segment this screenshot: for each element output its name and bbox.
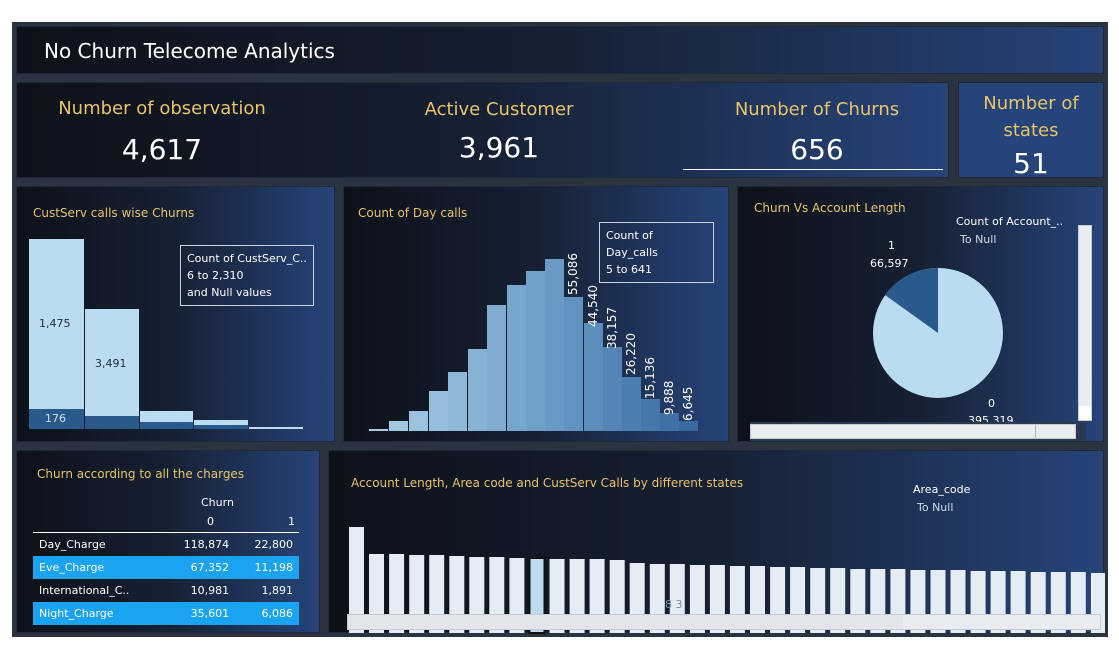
charges-col-header: Churn — [201, 496, 234, 509]
churns-value: 656 — [790, 133, 844, 166]
states-value: 51 — [1013, 147, 1049, 180]
states-horizontal-scrollbar[interactable] — [347, 614, 1101, 630]
states-scrollbar-thumb[interactable] — [348, 615, 903, 629]
churns-label: Number of Churns — [734, 99, 900, 120]
custserv-bar-1-churn[interactable] — [85, 416, 139, 429]
custserv-bar-4[interactable] — [249, 427, 303, 429]
row-value-0: 118,874 — [183, 538, 230, 551]
day-label-38157: 38,157 — [605, 307, 619, 349]
charges-title: Churn according to all the charges — [37, 467, 245, 481]
day-bar[interactable] — [584, 323, 603, 431]
daycalls-chart-panel: Count of Day calls 55,086 44,540 38,157 … — [343, 186, 729, 442]
acclength-chart-panel: Churn Vs Account Length Count of Account… — [737, 186, 1104, 442]
dashboard-frame: No Churn Telecome Analytics Number of ob… — [12, 22, 1108, 637]
day-bar[interactable] — [507, 285, 526, 431]
kpi-panel: Number of observation 4,617 Active Custo… — [16, 82, 949, 178]
row-name: International_C.. — [39, 584, 130, 597]
row-value-0: 10,981 — [190, 584, 230, 597]
title-bar: No Churn Telecome Analytics — [16, 26, 1104, 74]
pie-slice-0-name: 0 — [988, 397, 995, 410]
day-bar[interactable] — [622, 377, 641, 431]
scrollbar-thumb-edge — [1035, 425, 1036, 438]
states-bottom-label: 8 3 — [665, 598, 683, 611]
row-value-1: 6,086 — [235, 602, 299, 625]
day-bar[interactable] — [468, 349, 487, 431]
states-chart-panel: Account Length, Area code and CustServ C… — [328, 450, 1105, 634]
day-bar[interactable] — [603, 347, 622, 431]
day-label-9888: 9,888 — [662, 381, 676, 415]
daycalls-legend: Count of Day_calls 5 to 641 — [599, 222, 714, 283]
daycalls-legend-range: 5 to 641 — [606, 263, 653, 276]
day-bar[interactable] — [641, 399, 660, 431]
day-label-44540: 44,540 — [586, 285, 600, 327]
custserv-bar-2-churn[interactable] — [140, 422, 193, 429]
day-label-55086: 55,086 — [566, 253, 580, 295]
day-bar[interactable] — [369, 429, 388, 431]
charges-table: Day_Charge 118,874 22,800 Eve_Charge 67,… — [33, 533, 299, 625]
custserv-legend-title: Count of CustServ_C.. — [187, 252, 307, 265]
custserv-legend: Count of CustServ_C.. 6 to 2,310 and Nul… — [180, 245, 314, 306]
custserv-label-1475: 1,475 — [39, 317, 71, 330]
day-bar[interactable] — [526, 271, 545, 431]
active-customer-label: Active Customer — [424, 99, 574, 120]
row-value-0: 35,601 — [162, 602, 236, 625]
custserv-label-176: 176 — [45, 412, 66, 425]
custserv-bar-3-churn[interactable] — [194, 425, 248, 429]
charges-panel: Churn according to all the charges Churn… — [16, 450, 320, 633]
table-row[interactable]: Eve_Charge 67,352 11,198 — [33, 556, 299, 579]
day-bar[interactable] — [409, 411, 428, 431]
pie-slice-1-value: 66,597 — [870, 257, 909, 270]
day-bar[interactable] — [487, 305, 506, 431]
row-value-1: 11,198 — [235, 556, 299, 579]
charges-col-1: 1 — [288, 515, 295, 528]
acclength-horizontal-scrollbar[interactable] — [750, 424, 1076, 439]
observation-value: 4,617 — [121, 133, 203, 166]
acclength-vertical-scrollbar[interactable] — [1078, 225, 1092, 421]
table-row[interactable]: Day_Charge 118,874 22,800 — [33, 533, 299, 556]
day-bar[interactable] — [564, 297, 583, 431]
custserv-legend-range: 6 to 2,310 — [187, 269, 244, 282]
custserv-bar-3[interactable] — [194, 420, 248, 425]
histogram-bars — [369, 259, 698, 431]
active-customer-value: 3,961 — [458, 131, 540, 164]
custserv-chart: 1,475 3,491 176 — [29, 239, 303, 429]
acclength-pie-chart: 1 66,597 0 395,319 — [870, 239, 1014, 427]
pie-slice-1-name: 1 — [888, 239, 895, 252]
day-label-15136: 15,136 — [643, 357, 657, 399]
day-label-26220: 26,220 — [624, 333, 638, 375]
states-label-1: Number of — [983, 93, 1079, 114]
custserv-bar-2[interactable] — [140, 411, 193, 422]
day-bar[interactable] — [448, 372, 467, 431]
day-label-6645: 6,645 — [681, 387, 695, 421]
churns-underline — [683, 169, 943, 170]
daycalls-legend-title: Count of Day_calls — [606, 229, 658, 259]
day-bar[interactable] — [545, 259, 564, 431]
row-value-1: 1,891 — [261, 584, 294, 597]
dashboard-title: No Churn Telecome Analytics — [44, 39, 335, 63]
row-value-0: 67,352 — [162, 556, 236, 579]
custserv-label-3491: 3,491 — [95, 357, 127, 370]
observation-label: Number of observation — [58, 98, 266, 119]
row-name: Night_Charge — [33, 602, 163, 625]
day-bar[interactable] — [389, 421, 408, 431]
states-kpi-panel: Number of states 51 — [958, 82, 1104, 180]
vertical-scrollbar-thumb[interactable] — [1079, 406, 1091, 420]
row-name: Eve_Charge — [33, 556, 163, 579]
row-name: Day_Charge — [39, 538, 106, 551]
custserv-legend-null: and Null values — [187, 286, 272, 299]
table-row[interactable]: International_C.. 10,981 1,891 — [33, 579, 299, 602]
charges-col-0: 0 — [207, 515, 214, 528]
day-bar[interactable] — [429, 391, 448, 431]
day-bar[interactable] — [679, 421, 698, 431]
row-value-1: 22,800 — [254, 538, 294, 551]
states-bar-chart: 8 3 — [349, 527, 1105, 634]
table-row[interactable]: Night_Charge 35,601 6,086 — [33, 602, 299, 625]
states-label-2: states — [1003, 120, 1059, 141]
custserv-chart-panel: CustServ calls wise Churns 1,475 3,491 1… — [16, 186, 335, 442]
